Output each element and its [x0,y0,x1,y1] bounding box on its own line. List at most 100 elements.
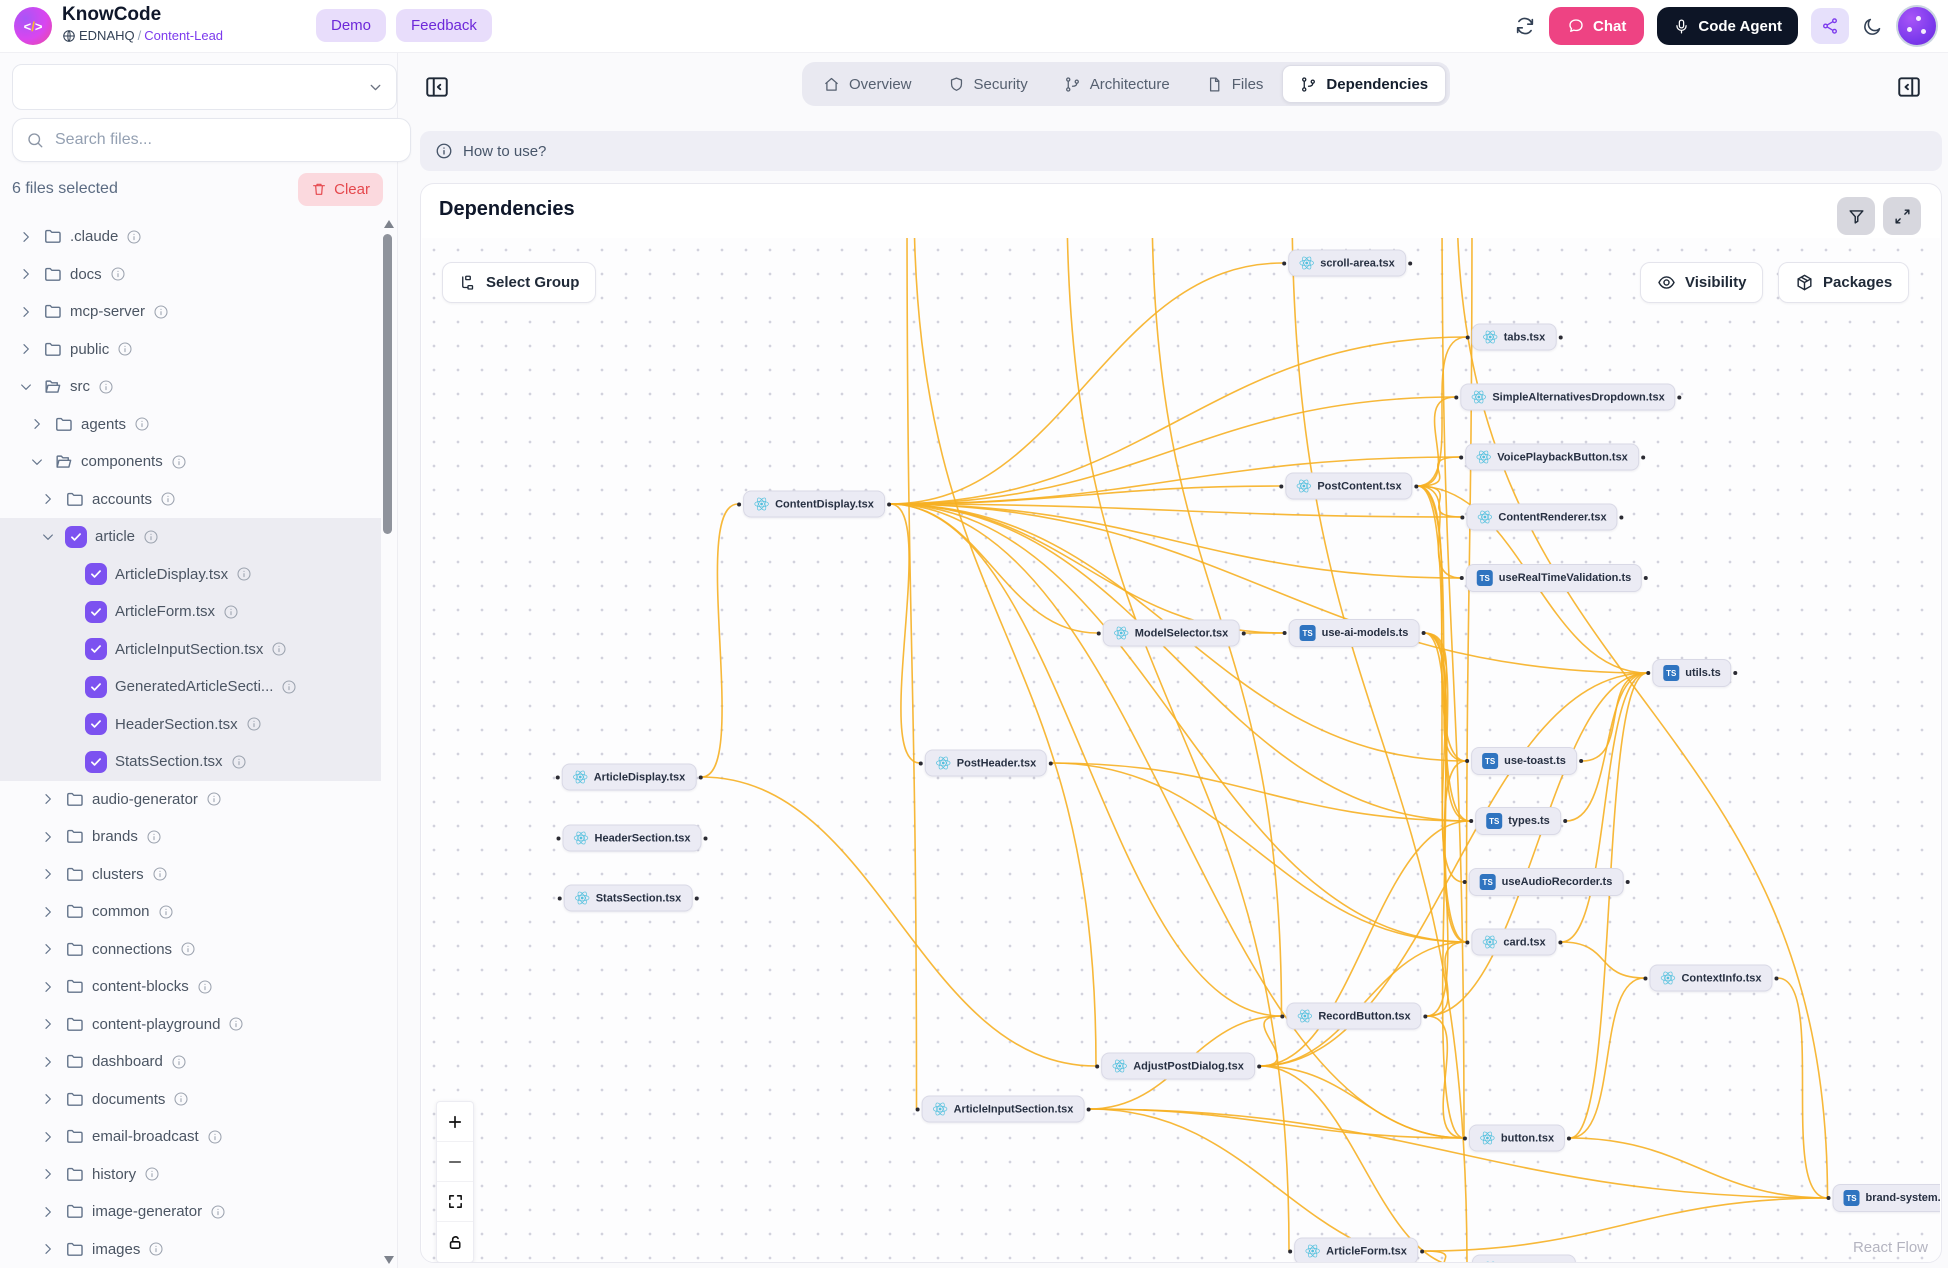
info-icon[interactable] [152,866,168,882]
graph-node-card[interactable]: card.tsx [1471,929,1556,956]
chevron-right-icon[interactable] [40,828,57,845]
tree-row-history[interactable]: history [0,1156,381,1194]
graph-node-use-audio-recorder[interactable]: TSuseAudioRecorder.ts [1469,868,1624,896]
graph-node-article-display[interactable]: ArticleDisplay.tsx [562,764,697,791]
info-icon[interactable] [223,604,239,620]
chevron-right-icon[interactable] [40,941,57,958]
graph-node-model-selector[interactable]: ModelSelector.tsx [1103,620,1240,647]
refresh-icon[interactable] [1514,15,1536,37]
graph-node-types[interactable]: TStypes.ts [1475,807,1561,835]
graph-node-context-info[interactable]: ContextInfo.tsx [1649,965,1772,992]
checkbox-checked[interactable] [85,713,107,735]
info-icon[interactable] [210,1204,226,1220]
chevron-right-icon[interactable] [29,416,46,433]
info-icon[interactable] [146,829,162,845]
graph-node-content-renderer[interactable]: ContentRenderer.tsx [1466,504,1617,531]
info-icon[interactable] [207,1129,223,1145]
tree-row-audio-generator[interactable]: audio-generator [0,781,381,819]
graph-node-post-header[interactable]: PostHeader.tsx [925,750,1047,777]
clear-button[interactable]: Clear [298,173,383,206]
chevron-right-icon[interactable] [40,1053,57,1070]
chevron-right-icon[interactable] [18,341,35,358]
tree-row-common[interactable]: common [0,893,381,931]
graph-node-record-button[interactable]: RecordButton.tsx [1286,1003,1421,1030]
chevron-right-icon[interactable] [18,228,35,245]
select-group-button[interactable]: Select Group [442,262,596,303]
graph-node-simple-alt[interactable]: SimpleAlternativesDropdown.tsx [1460,384,1675,411]
info-icon[interactable] [171,454,187,470]
project-name[interactable]: Content-Lead [144,28,223,43]
tree-row-articleform-tsx[interactable]: ArticleForm.tsx [0,593,381,631]
lock-button[interactable] [437,1222,473,1262]
chevron-right-icon[interactable] [40,1203,57,1220]
info-icon[interactable] [236,566,252,582]
tree-row-image-generator[interactable]: image-generator [0,1193,381,1231]
info-icon[interactable] [148,1241,164,1257]
search-input[interactable] [53,130,347,150]
chevron-right-icon[interactable] [18,303,35,320]
packages-button[interactable]: Packages [1778,262,1909,303]
filter-button[interactable] [1837,197,1875,235]
info-icon[interactable] [281,679,297,695]
graph-node-tabs[interactable]: tabs.tsx [1472,324,1557,351]
graph-node-utils[interactable]: TSutils.ts [1652,659,1731,687]
graph-node-adjust-post[interactable]: AdjustPostDialog.tsx [1101,1053,1255,1080]
tree-row-accounts[interactable]: accounts [0,481,381,519]
graph-node-post-content[interactable]: PostContent.tsx [1285,473,1412,500]
chevron-right-icon[interactable] [40,1166,57,1183]
chevron-right-icon[interactable] [18,266,35,283]
tree-row-dashboard[interactable]: dashboard [0,1043,381,1081]
info-icon[interactable] [144,1166,160,1182]
tree-row-docs[interactable]: docs [0,256,381,294]
graph-node-use-ai-models[interactable]: TSuse-ai-models.ts [1289,619,1420,647]
tree-row-articledisplay-tsx[interactable]: ArticleDisplay.tsx [0,556,381,594]
info-icon[interactable] [197,979,213,995]
graph-node-brand-system[interactable]: TSbrand-system.ts [1833,1184,1940,1212]
info-icon[interactable] [98,379,114,395]
tree-row-generatedarticlesecti-[interactable]: GeneratedArticleSecti... [0,668,381,706]
chevron-right-icon[interactable] [40,791,57,808]
tree-row-clusters[interactable]: clusters [0,856,381,894]
collapse-right-panel-icon[interactable] [1896,74,1922,100]
tree-row-connections[interactable]: connections [0,931,381,969]
chevron-down-icon[interactable] [29,453,46,470]
scrollbar-thumb[interactable] [383,234,392,534]
checkbox-checked[interactable] [65,526,87,548]
tab-files[interactable]: Files [1189,66,1281,102]
scroll-down-arrow[interactable] [384,1256,394,1264]
tree-row-statssection-tsx[interactable]: StatsSection.tsx [0,743,381,781]
graph-node-button[interactable]: button.tsx [1469,1125,1565,1152]
checkbox-checked[interactable] [85,638,107,660]
checkbox-checked[interactable] [85,676,107,698]
checkbox-checked[interactable] [85,563,107,585]
graph-node-use-toast[interactable]: TSuse-toast.ts [1471,747,1577,775]
graph-node-content-display[interactable]: ContentDisplay.tsx [743,491,885,518]
zoom-in-button[interactable] [437,1102,473,1142]
dark-mode-icon[interactable] [1862,16,1883,37]
chevron-right-icon[interactable] [40,1091,57,1108]
visibility-button[interactable]: Visibility [1640,262,1763,303]
avatar[interactable] [1896,5,1938,47]
info-icon[interactable] [143,529,159,545]
tree-row-agents[interactable]: agents [0,406,381,444]
tab-dependencies[interactable]: Dependencies [1282,65,1446,103]
share-icon[interactable] [1811,8,1849,44]
tree-row-public[interactable]: public [0,331,381,369]
info-icon[interactable] [160,491,176,507]
graph-node-header-section[interactable]: HeaderSection.tsx [563,825,702,852]
tree-row-content-playground[interactable]: content-playground [0,1006,381,1044]
chevron-right-icon[interactable] [40,978,57,995]
code-agent-button[interactable]: Code Agent [1657,7,1798,45]
chevron-right-icon[interactable] [40,1241,57,1258]
scroll-up-arrow[interactable] [384,220,394,228]
info-icon[interactable] [117,341,133,357]
info-icon[interactable] [134,416,150,432]
graph-node-scroll-area[interactable]: scroll-area.tsx [1288,250,1406,277]
tree-row-images[interactable]: images [0,1231,381,1268]
how-to-use-bar[interactable]: How to use? [420,131,1942,171]
info-icon[interactable] [246,716,262,732]
chevron-right-icon[interactable] [40,1128,57,1145]
info-icon[interactable] [126,229,142,245]
chevron-right-icon[interactable] [40,1016,57,1033]
graph-node-voice[interactable]: VoicePlaybackButton.tsx [1465,444,1639,471]
